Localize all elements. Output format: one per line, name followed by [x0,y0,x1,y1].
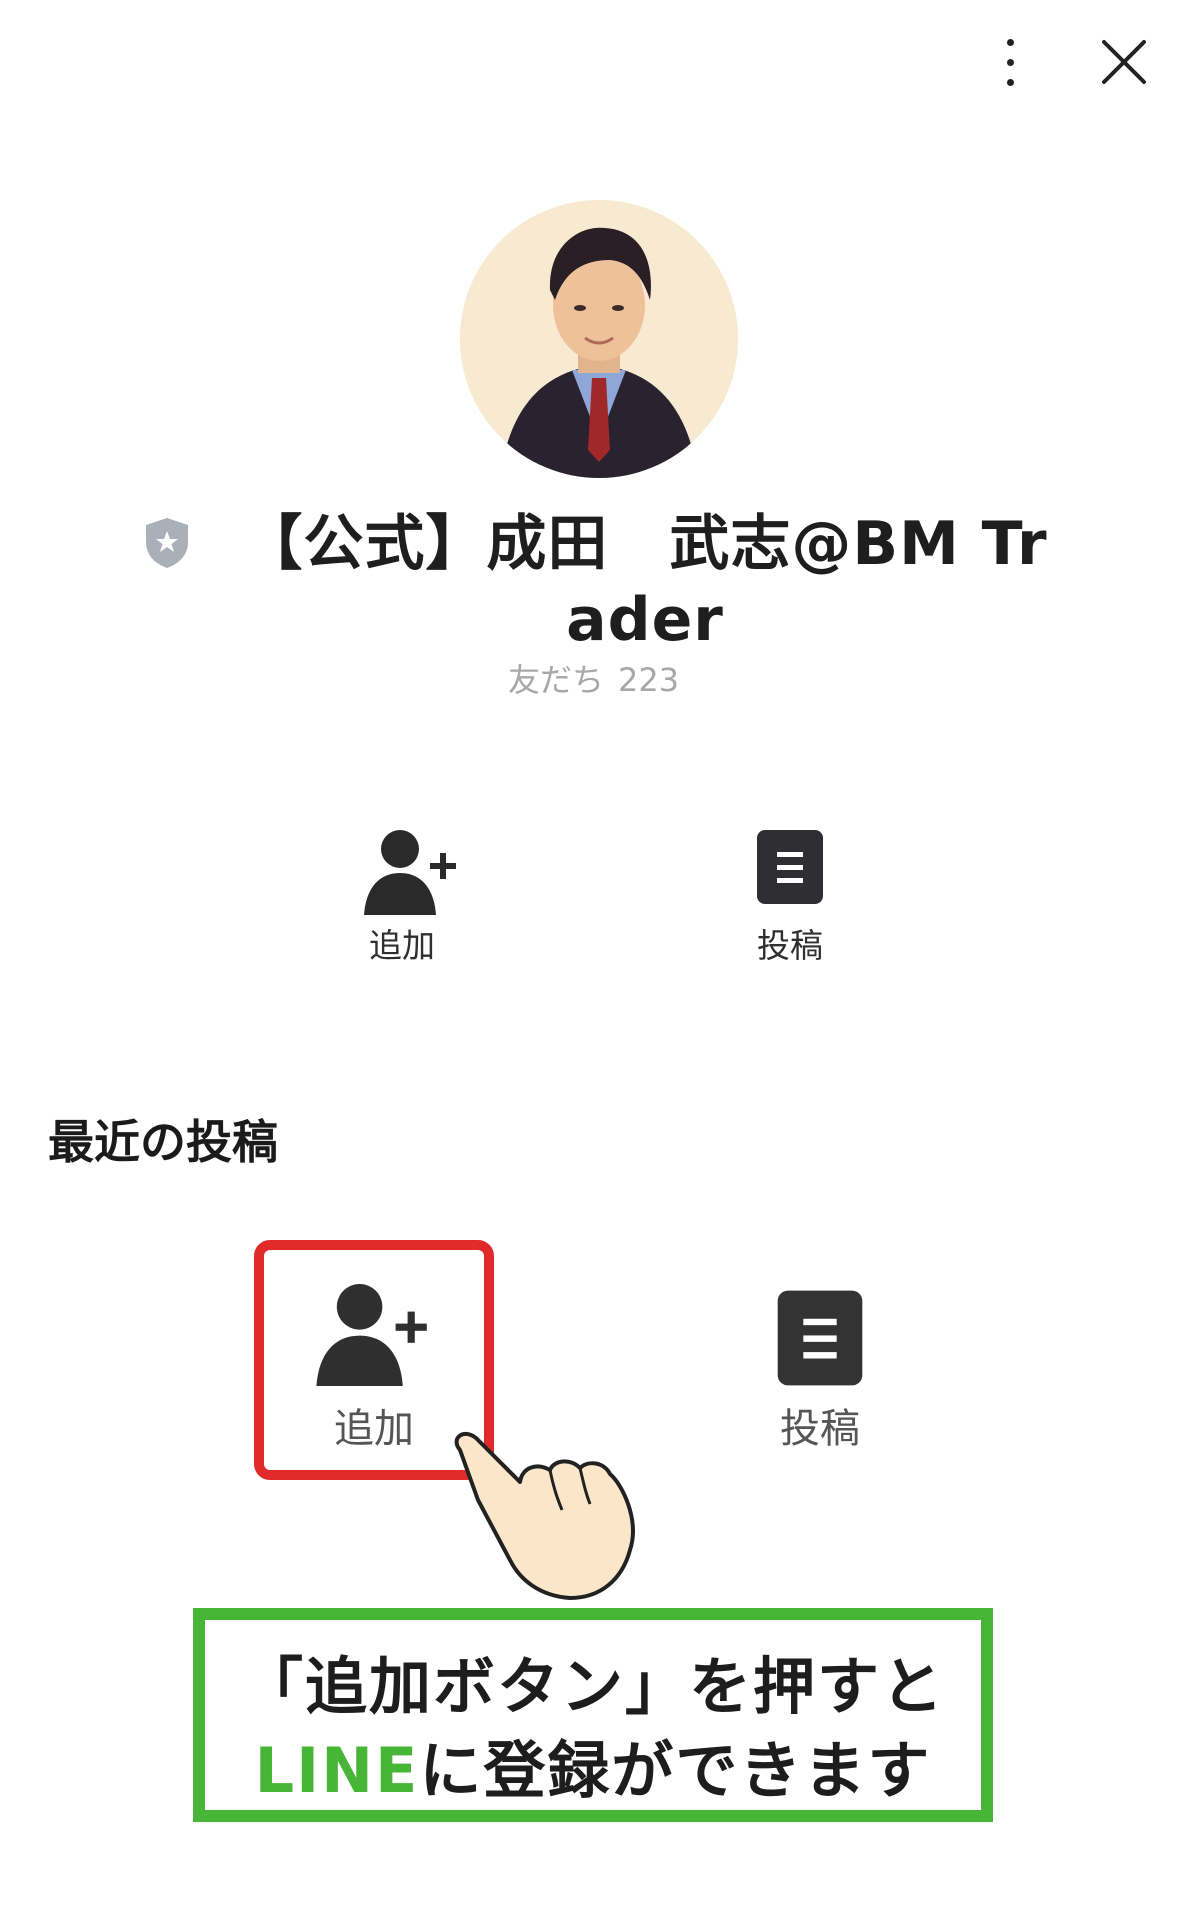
shield-star-icon [144,516,190,570]
instruction-box: 「追加ボタン」を押すと LINEに登録ができます [193,1608,993,1822]
avatar[interactable] [460,200,738,478]
top-bar [0,0,1187,130]
friends-label: 友だち [507,661,604,699]
document-icon [757,830,823,904]
banner-add-label: 追加 [334,1406,414,1452]
close-icon[interactable] [1100,38,1148,86]
recent-posts-title: 最近の投稿 [48,1115,278,1169]
line-brand-text: LINE [254,1734,420,1807]
instruction-line-2: LINEに登録ができます [205,1720,981,1810]
friend-count: 友だち 223 [0,655,1187,701]
pointing-hand-icon [450,1430,660,1600]
instruction-line-1: 「追加ボタン」を押すと [240,1650,945,1723]
posts-label: 投稿 [757,926,823,965]
add-friend-button[interactable]: 追加 [312,825,492,975]
add-friend-icon [316,1284,427,1386]
instruction-line-2-text: に登録ができます [419,1734,932,1807]
add-friend-icon [364,830,456,915]
banner-posts-label: 投稿 [780,1406,860,1452]
add-label: 追加 [369,926,435,965]
banner-posts-button: 投稿 [730,1270,910,1460]
banner-add-button: 追加 [274,1260,474,1460]
friends-count: 223 [617,661,680,699]
posts-button[interactable]: 投稿 [700,825,880,975]
more-vertical-icon[interactable] [990,35,1030,90]
profile-name: 【公式】成田 武志@BM Trader [242,509,1048,655]
document-icon [777,1290,863,1386]
